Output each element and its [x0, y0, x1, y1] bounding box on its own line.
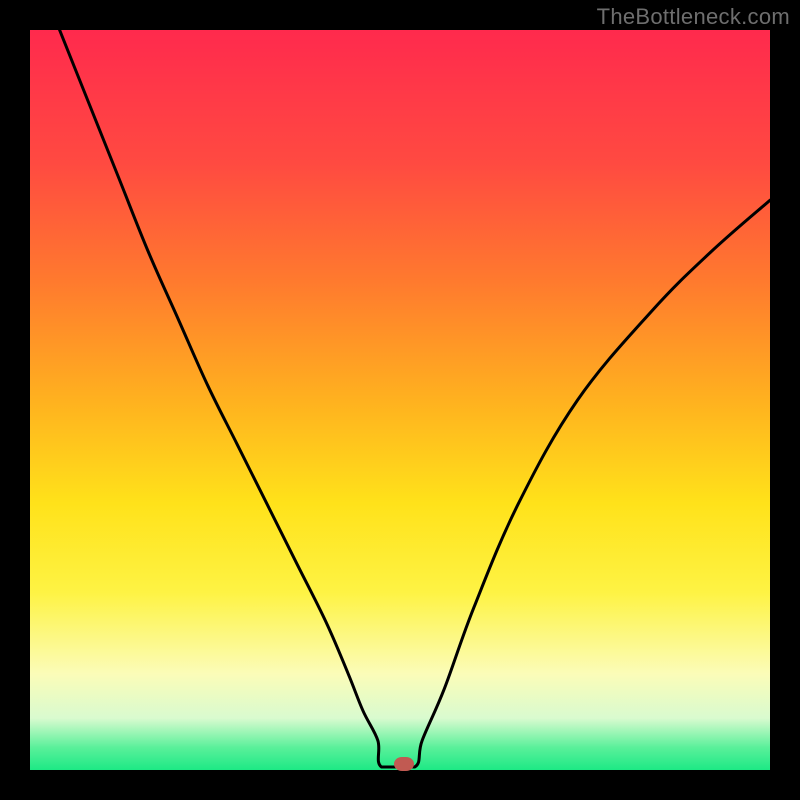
optimum-marker-icon	[394, 757, 414, 771]
watermark-text: TheBottleneck.com	[597, 4, 790, 30]
plot-area	[30, 30, 770, 770]
chart-frame: TheBottleneck.com	[0, 0, 800, 800]
bottleneck-curve	[30, 30, 770, 767]
curve-svg	[30, 30, 770, 770]
